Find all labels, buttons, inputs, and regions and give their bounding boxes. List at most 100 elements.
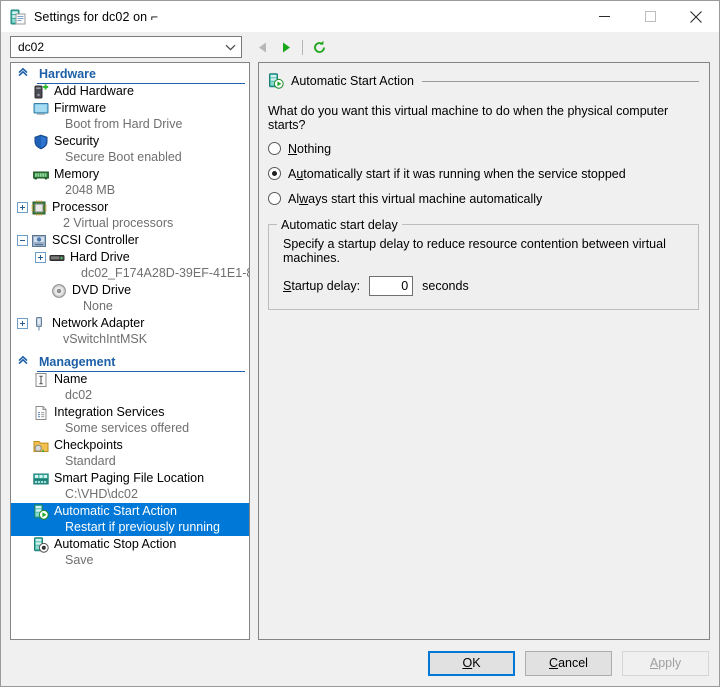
back-button[interactable] xyxy=(250,35,274,59)
tree-section-management[interactable]: Management xyxy=(11,352,249,372)
startup-delay-row: Startup delay: seconds xyxy=(283,276,688,296)
tree-item-label: Processor xyxy=(52,200,109,214)
startup-delay-label: Startup delay: xyxy=(283,279,361,293)
tree-item-sublabel: C:\VHD\dc02 xyxy=(65,487,138,501)
tree-item-dvd-drive[interactable]: DVD Drive None xyxy=(11,282,249,315)
forward-button[interactable] xyxy=(274,35,298,59)
tree-item-integration-services[interactable]: Integration Services Some services offer… xyxy=(11,404,249,437)
automatic-start-delay-group: Automatic start delay Specify a startup … xyxy=(268,218,699,310)
tree-item-memory[interactable]: Memory 2048 MB xyxy=(11,166,249,199)
radio-button[interactable] xyxy=(268,192,281,205)
tree-item-hard-drive[interactable]: Hard Drive dc02_F174A28D-39EF-41E1-8… xyxy=(11,249,249,282)
startup-delay-input[interactable] xyxy=(369,276,414,296)
maximize-button[interactable] xyxy=(627,1,673,32)
collapse-chevron-icon[interactable] xyxy=(17,354,29,369)
tree-item-add-hardware[interactable]: Add Hardware xyxy=(11,83,249,100)
integration-services-icon xyxy=(33,405,49,421)
tree-item-label: Network Adapter xyxy=(52,316,145,330)
name-icon xyxy=(33,372,49,388)
close-button[interactable] xyxy=(673,1,719,32)
tree-item-label: Name xyxy=(54,372,88,386)
settings-content-panel: Automatic Start Action What do you want … xyxy=(258,62,710,640)
tree-item-name[interactable]: Name dc02 xyxy=(11,371,249,404)
tree-item-sublabel: None xyxy=(83,299,113,313)
radio-button[interactable] xyxy=(268,167,281,180)
tree-item-scsi-controller[interactable]: SCSI Controller xyxy=(11,232,249,249)
smart-paging-icon xyxy=(33,471,49,487)
tree-item-label: Automatic Start Action xyxy=(54,504,177,518)
ok-label: OK xyxy=(462,656,481,670)
checkpoints-icon xyxy=(33,438,49,454)
tree-item-sublabel: 2048 MB xyxy=(65,183,116,197)
tree-item-sublabel: dc02_F174A28D-39EF-41E1-8… xyxy=(81,266,249,280)
radio-button[interactable] xyxy=(268,142,281,155)
tree-item-label: Smart Paging File Location xyxy=(54,471,205,485)
radio-option-nothing[interactable]: Nothing xyxy=(268,140,709,157)
tree-item-checkpoints[interactable]: Checkpoints Standard xyxy=(11,437,249,470)
title-bar: Settings for dc02 on ⌐ xyxy=(1,1,719,32)
expander-minus-icon[interactable] xyxy=(17,235,28,246)
tree-item-sublabel: Secure Boot enabled xyxy=(65,150,182,164)
tree-item-sublabel: dc02 xyxy=(65,388,93,402)
window-title: Settings for dc02 on ⌐ xyxy=(34,9,159,24)
minimize-button[interactable] xyxy=(581,1,627,32)
collapse-chevron-icon[interactable] xyxy=(17,66,29,81)
tree-item-label: Hard Drive xyxy=(70,250,130,264)
expander-plus-icon[interactable] xyxy=(17,202,28,213)
tree-item-smart-paging[interactable]: Smart Paging File Location C:\VHD\dc02 xyxy=(11,470,249,503)
window-controls xyxy=(581,1,719,32)
forward-arrow-icon xyxy=(282,42,290,52)
radio-label: Nothing xyxy=(288,141,332,156)
tree-item-label: Automatic Stop Action xyxy=(54,537,177,551)
content-header: Automatic Start Action xyxy=(268,72,699,90)
firmware-icon xyxy=(33,101,49,117)
tree-item-processor[interactable]: Processor 2 Virtual processors xyxy=(11,199,249,232)
tree-section-hardware[interactable]: Hardware xyxy=(11,64,249,84)
dialog-buttons: OK Cancel Apply xyxy=(1,640,719,686)
vm-settings-icon xyxy=(10,9,26,25)
radio-label: Always start this virtual machine automa… xyxy=(288,191,543,206)
cancel-button[interactable]: Cancel xyxy=(525,650,612,676)
tree-item-label: Security xyxy=(54,134,100,148)
group-legend: Automatic start delay xyxy=(277,218,402,232)
dvd-drive-icon xyxy=(51,283,67,299)
group-description: Specify a startup delay to reduce resour… xyxy=(283,237,666,265)
add-hardware-icon xyxy=(33,84,49,100)
header-rule xyxy=(421,80,699,82)
tree-item-firmware[interactable]: Firmware Boot from Hard Drive xyxy=(11,100,249,133)
radio-option-auto-start-if-running[interactable]: Automatically start if it was running wh… xyxy=(268,165,709,182)
tree-item-network-adapter[interactable]: Network Adapter vSwitchIntMSK xyxy=(11,315,249,348)
settings-tree[interactable]: Hardware Add Hardware Firmware Boot from… xyxy=(10,62,250,640)
main-area: Hardware Add Hardware Firmware Boot from… xyxy=(1,62,719,640)
content-header-title: Automatic Start Action xyxy=(291,74,414,88)
tree-item-sublabel: Save xyxy=(65,553,94,567)
refresh-button[interactable] xyxy=(307,35,331,59)
tree-item-security[interactable]: Security Secure Boot enabled xyxy=(11,133,249,166)
radio-label: Automatically start if it was running wh… xyxy=(288,166,626,181)
prompt-text: What do you want this virtual machine to… xyxy=(268,104,669,132)
minimize-icon xyxy=(598,16,610,17)
cancel-label: Cancel xyxy=(549,656,588,670)
tree-item-label: DVD Drive xyxy=(72,283,132,297)
expander-plus-icon[interactable] xyxy=(35,252,46,263)
tree-item-sublabel: Standard xyxy=(65,454,116,468)
radio-option-always-start[interactable]: Always start this virtual machine automa… xyxy=(268,190,709,207)
vm-selector-combobox[interactable]: dc02 xyxy=(10,36,242,58)
security-shield-icon xyxy=(33,134,49,150)
tree-item-label: Integration Services xyxy=(54,405,165,419)
vm-selector-value: dc02 xyxy=(18,40,45,54)
tree-item-label: Add Hardware xyxy=(54,84,134,98)
apply-button[interactable]: Apply xyxy=(622,650,709,676)
tree-item-automatic-start-action[interactable]: Automatic Start Action Restart if previo… xyxy=(11,503,249,536)
chevron-down-icon xyxy=(223,44,237,51)
maximize-icon xyxy=(644,11,656,22)
tree-section-label: Management xyxy=(39,354,116,369)
ok-button[interactable]: OK xyxy=(428,650,515,676)
tree-item-label: Firmware xyxy=(54,101,107,115)
back-arrow-icon xyxy=(258,42,266,52)
tree-item-sublabel: Restart if previously running xyxy=(65,520,220,534)
tree-item-sublabel: Boot from Hard Drive xyxy=(65,117,183,131)
expander-plus-icon[interactable] xyxy=(17,318,28,329)
startup-delay-unit: seconds xyxy=(422,279,469,293)
tree-item-automatic-stop-action[interactable]: Automatic Stop Action Save xyxy=(11,536,249,569)
